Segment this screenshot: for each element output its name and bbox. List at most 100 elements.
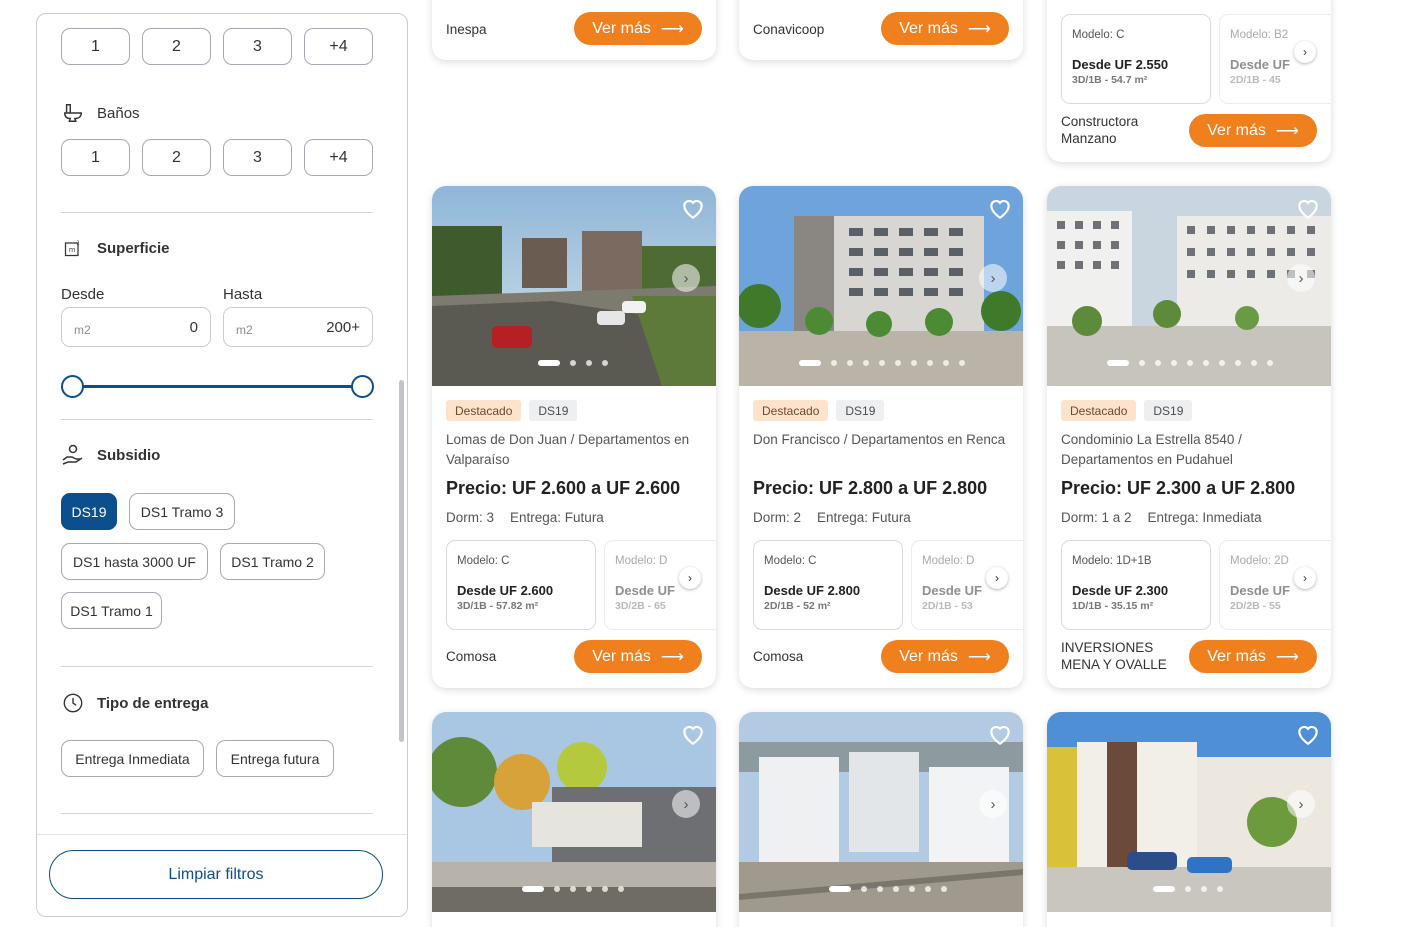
pagination-dot[interactable] [1153, 886, 1175, 892]
pagination-dot[interactable] [943, 360, 949, 366]
sidebar-scrollbar[interactable] [399, 380, 404, 742]
ver-mas-button[interactable]: Ver más ⟶ [574, 640, 702, 673]
ver-mas-button[interactable]: Ver más ⟶ [881, 640, 1009, 673]
pagination-dot[interactable] [570, 886, 576, 892]
subsidio-chip-ds19[interactable]: DS19 [61, 493, 117, 530]
dorm-pill-2[interactable]: 2 [142, 28, 211, 65]
pagination-dot[interactable] [1219, 360, 1225, 366]
property-image[interactable]: › [1047, 712, 1331, 912]
subsidio-chip-ds1-tramo-3[interactable]: DS1 Tramo 3 [129, 493, 235, 530]
superficie-slider-track[interactable] [73, 385, 363, 388]
pagination-dot[interactable] [522, 886, 544, 892]
pagination-dot[interactable] [1139, 360, 1145, 366]
property-title[interactable]: Condominio La Estrella 8540 / Departamen… [1061, 430, 1317, 470]
pagination-dot[interactable] [1251, 360, 1257, 366]
chevron-right-icon[interactable]: › [679, 567, 701, 589]
slider-max-handle[interactable] [351, 375, 374, 398]
subsidio-chip-ds1-tramo-1[interactable]: DS1 Tramo 1 [61, 592, 162, 629]
ver-mas-button[interactable]: Ver más ⟶ [1189, 114, 1317, 147]
pagination-dot[interactable] [927, 360, 933, 366]
image-next-icon[interactable]: › [1287, 790, 1315, 818]
chevron-right-icon[interactable]: › [1294, 567, 1316, 589]
superficie-hasta-input[interactable]: m2 200+ [223, 307, 373, 347]
model-card[interactable]: Modelo: C Desde UF 2.800 2D/1B - 52 m² [753, 540, 903, 630]
image-next-icon[interactable]: › [1287, 264, 1315, 292]
pagination-dot[interactable] [586, 360, 592, 366]
property-card[interactable]: › Destacado DS19 Condominio La Estrella … [1047, 186, 1331, 688]
pagination-dot[interactable] [618, 886, 624, 892]
banos-pill-4plus[interactable]: +4 [304, 139, 373, 176]
favorite-heart-icon[interactable] [680, 196, 706, 220]
pagination-dot[interactable] [538, 360, 560, 366]
pagination-dot[interactable] [925, 886, 931, 892]
pagination-dot[interactable] [863, 360, 869, 366]
pagination-dot[interactable] [1107, 360, 1129, 366]
pagination-dot[interactable] [895, 360, 901, 366]
image-next-icon[interactable]: › [672, 790, 700, 818]
favorite-heart-icon[interactable] [680, 722, 706, 746]
property-card[interactable]: › Destacado DS19 Don Francisco / Departa… [739, 186, 1023, 688]
property-card[interactable]: › [432, 712, 716, 927]
subsidio-chip-ds1-tramo-2[interactable]: DS1 Tramo 2 [220, 543, 325, 580]
pagination-dot[interactable] [1155, 360, 1161, 366]
favorite-heart-icon[interactable] [987, 722, 1013, 746]
pagination-dot[interactable] [831, 360, 837, 366]
superficie-desde-input[interactable]: m2 0 [61, 307, 211, 347]
pagination-dot[interactable] [911, 360, 917, 366]
pagination-dot[interactable] [1171, 360, 1177, 366]
pagination-dot[interactable] [847, 360, 853, 366]
pagination-dot[interactable] [1217, 886, 1223, 892]
property-card[interactable]: › [1047, 712, 1331, 927]
property-image[interactable]: › [739, 186, 1023, 386]
ver-mas-button[interactable]: Ver más ⟶ [881, 12, 1009, 45]
model-card[interactable]: Modelo: D Desde UF 2D/1B - 53 [911, 540, 1023, 630]
pagination-dot[interactable] [877, 886, 883, 892]
favorite-heart-icon[interactable] [987, 196, 1013, 220]
subsidio-chip-ds1-hasta-3000[interactable]: DS1 hasta 3000 UF [61, 543, 208, 580]
pagination-dot[interactable] [570, 360, 576, 366]
model-card[interactable]: Modelo: C Desde UF 2.600 3D/1B - 57.82 m… [446, 540, 596, 630]
pagination-dot[interactable] [941, 886, 947, 892]
pagination-dot[interactable] [1203, 360, 1209, 366]
pagination-dot[interactable] [602, 360, 608, 366]
image-next-icon[interactable]: › [672, 264, 700, 292]
ver-mas-button[interactable]: Ver más ⟶ [574, 12, 702, 45]
banos-pill-3[interactable]: 3 [223, 139, 292, 176]
pagination-dot[interactable] [1201, 886, 1207, 892]
model-card[interactable]: Modelo: 1D+1B Desde UF 2.300 1D/1B - 35.… [1061, 540, 1211, 630]
property-card[interactable]: › Destacado DS19 Lomas de Don Juan / Dep… [432, 186, 716, 688]
pagination-dot[interactable] [1187, 360, 1193, 366]
property-image[interactable]: › [432, 712, 716, 912]
banos-pill-2[interactable]: 2 [142, 139, 211, 176]
pagination-dot[interactable] [1185, 886, 1191, 892]
dorm-pill-3[interactable]: 3 [223, 28, 292, 65]
clear-filters-button[interactable]: Limpiar filtros [49, 850, 383, 899]
dorm-pill-4plus[interactable]: +4 [304, 28, 373, 65]
property-image[interactable]: › [739, 712, 1023, 912]
model-card[interactable]: Modelo: C Desde UF 2.550 3D/1B - 54.7 m² [1061, 14, 1211, 104]
pagination-dot[interactable] [909, 886, 915, 892]
chevron-right-icon[interactable]: › [1294, 41, 1316, 63]
property-image[interactable]: › [1047, 186, 1331, 386]
pagination-dot[interactable] [799, 360, 821, 366]
slider-min-handle[interactable] [61, 375, 84, 398]
ver-mas-button[interactable]: Ver más ⟶ [1189, 640, 1317, 673]
pagination-dot[interactable] [586, 886, 592, 892]
pagination-dot[interactable] [1235, 360, 1241, 366]
pagination-dot[interactable] [879, 360, 885, 366]
model-card[interactable]: Modelo: B2 Desde UF 2D/1B - 45 [1219, 14, 1331, 104]
property-image[interactable]: › [432, 186, 716, 386]
pagination-dot[interactable] [893, 886, 899, 892]
chevron-right-icon[interactable]: › [986, 567, 1008, 589]
image-next-icon[interactable]: › [979, 790, 1007, 818]
pagination-dot[interactable] [1267, 360, 1273, 366]
model-card[interactable]: Modelo: 2D Desde UF 2D/2B - 55 [1219, 540, 1331, 630]
pagination-dot[interactable] [602, 886, 608, 892]
pagination-dot[interactable] [959, 360, 965, 366]
banos-pill-1[interactable]: 1 [61, 139, 130, 176]
favorite-heart-icon[interactable] [1295, 196, 1321, 220]
favorite-heart-icon[interactable] [1295, 722, 1321, 746]
model-card[interactable]: Modelo: D Desde UF 3D/2B - 65 [604, 540, 716, 630]
dorm-pill-1[interactable]: 1 [61, 28, 130, 65]
pagination-dot[interactable] [829, 886, 851, 892]
